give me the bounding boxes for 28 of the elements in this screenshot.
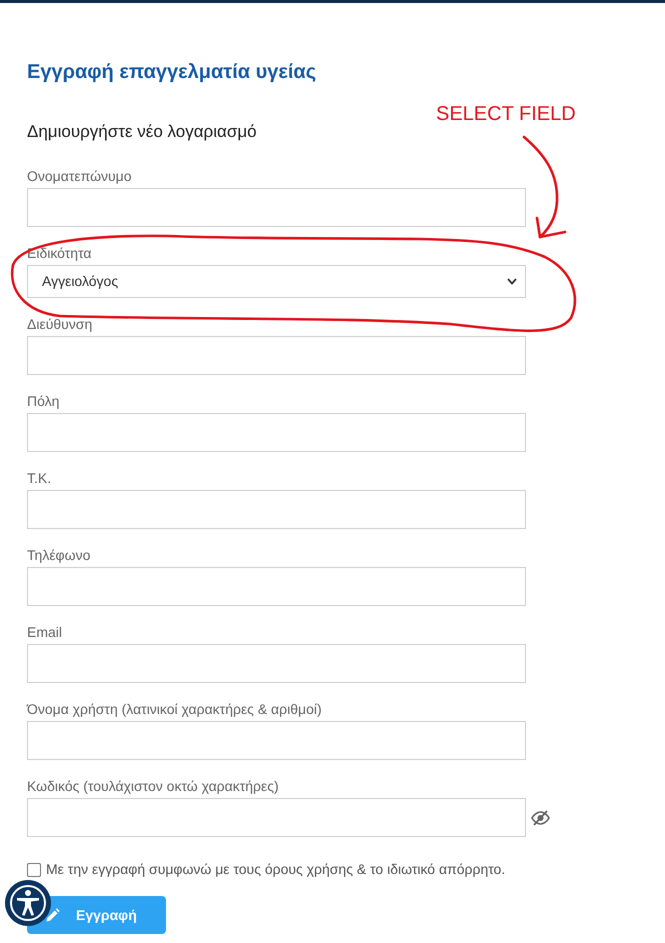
input-field[interactable] — [27, 567, 526, 606]
input-field[interactable] — [27, 721, 526, 760]
input-field[interactable] — [27, 644, 526, 683]
eye-slash-icon[interactable] — [531, 810, 550, 826]
select-field[interactable]: Αγγειολόγος — [27, 265, 526, 298]
field-label: Ονοματεπώνυμο — [27, 167, 132, 186]
field-label: Τηλέφωνο — [27, 546, 90, 565]
field-label: Email — [27, 623, 62, 642]
password-field[interactable] — [27, 798, 526, 837]
input-field[interactable] — [27, 413, 526, 452]
accessibility-icon — [10, 885, 46, 921]
input-field[interactable] — [27, 490, 526, 529]
form-subtitle: Δημιουργήστε νέο λογαριασμό — [27, 121, 257, 143]
field-label: Πόλη — [27, 392, 60, 411]
field-label: Κωδικός (τουλάχιστον οκτώ χαρακτήρες) — [27, 777, 279, 796]
page-title: Εγγραφή επαγγελματία υγείας — [27, 60, 316, 85]
input-field[interactable] — [27, 336, 526, 375]
accessibility-overlay[interactable] — [5, 880, 51, 926]
field-label: Διεύθυνση — [27, 315, 92, 334]
pencil-icon — [46, 908, 60, 922]
field-label: Τ.Κ. — [27, 469, 52, 488]
input-field[interactable] — [27, 188, 526, 227]
field-label: Όνομα χρήστη (λατινικοί χαρακτήρες & αριθμοί) — [27, 700, 322, 719]
annotation-label: SELECT FIELD — [436, 102, 576, 127]
field-label: Ειδικότητα — [27, 244, 92, 263]
chevron-down-icon — [507, 278, 517, 285]
terms-checkbox[interactable] — [27, 862, 41, 876]
terms-label: Με την εγγραφή συμφωνώ με τους όρους χρήσης & το ιδιωτικό απόρρητο. — [46, 860, 506, 879]
